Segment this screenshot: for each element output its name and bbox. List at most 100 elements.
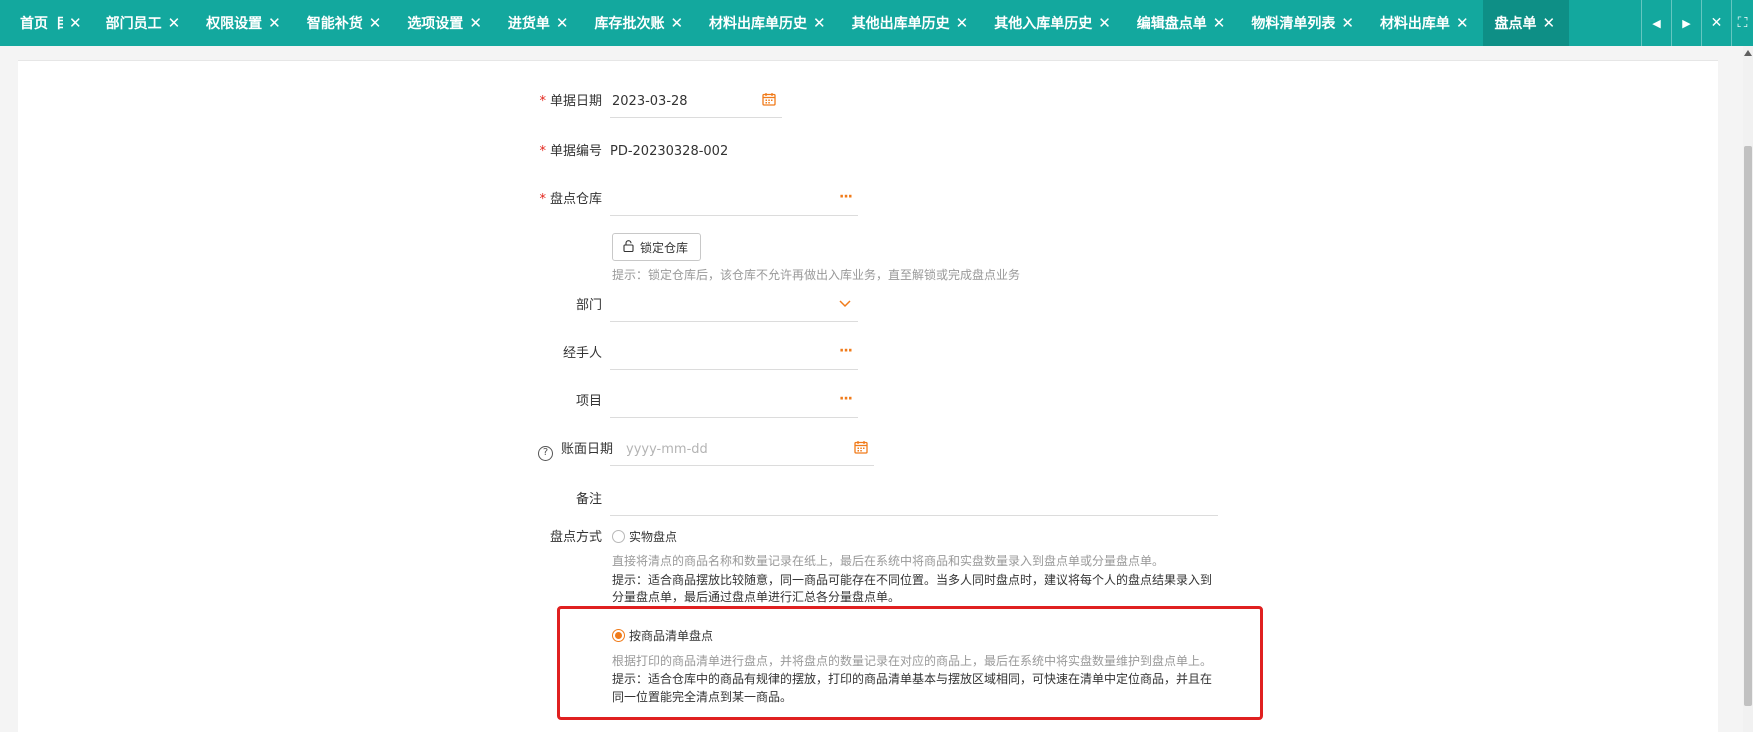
ellipsis-icon[interactable]: ··· <box>839 341 853 361</box>
tab-label: 权限设置 <box>206 16 263 32</box>
tab-home[interactable]: 首页 <box>0 0 56 46</box>
tab-batch-ledger[interactable]: 库存批次账 ✕ <box>582 0 697 46</box>
physical-tip-line1: 提示：适合商品摆放比较随意，同一商品可能存在不同位置。当多人同时盘点时，建议将每… <box>612 573 1213 587</box>
physical-desc: 直接将清点的商品名称和数量记录在纸上，最后在系统中将商品和实盘数量录入到盘点单或… <box>612 554 1165 568</box>
remark-input[interactable] <box>610 490 1218 516</box>
remark-label: 备注 <box>575 492 602 507</box>
chevron-down-icon[interactable] <box>838 296 852 316</box>
tab-close-icon[interactable]: ✕ <box>1543 14 1556 32</box>
tab-permissions[interactable]: 权限设置 ✕ <box>194 0 295 46</box>
lock-icon <box>623 239 635 255</box>
warehouse-input[interactable]: ··· <box>610 187 858 216</box>
project-input[interactable]: ··· <box>610 389 858 418</box>
tab-list: 首页 目 ✕ 部门员工 ✕ 权限设置 ✕ 智能补货 ✕ 选项设置 ✕ 进货单 ✕… <box>0 0 1570 46</box>
row-project: 项目 ··· <box>530 389 858 418</box>
tab-label: 物料清单列表 <box>1251 16 1336 32</box>
lock-warehouse-button[interactable]: 锁定仓库 <box>612 233 702 261</box>
tab-material-out[interactable]: 材料出库单 ✕ <box>1368 0 1483 46</box>
radio-physical[interactable]: 实物盘点 <box>612 526 677 545</box>
tab-stocktake[interactable]: 盘点单 ✕ <box>1482 0 1570 46</box>
tab-edit-stocktake[interactable]: 编辑盘点单 ✕ <box>1125 0 1240 46</box>
tab-material-out-history[interactable]: 材料出库单历史 ✕ <box>697 0 840 46</box>
scroll-up-icon[interactable] <box>1744 50 1752 56</box>
doc-no-value: PD-20230328-002 <box>610 144 729 159</box>
row-handler: 经手人 ··· <box>530 341 858 370</box>
tab-label: 其他出库单历史 <box>851 16 950 32</box>
tab-close-icon[interactable]: ✕ <box>69 14 82 32</box>
tab-prev-icon[interactable]: ◀ <box>1641 0 1671 46</box>
tab-department-staff[interactable]: 部门员工 ✕ <box>94 0 195 46</box>
tab-other-in-history[interactable]: 其他入库单历史 ✕ <box>982 0 1125 46</box>
physical-tip-line2: 分量盘点单，最后通过盘点单进行汇总各分量盘点单。 <box>612 590 901 604</box>
row-warehouse: * 盘点仓库 ··· <box>530 187 858 216</box>
tab-label: 智能补货 <box>306 16 363 32</box>
tab-label: 首页 <box>20 16 48 32</box>
tab-close-icon[interactable]: ✕ <box>556 14 569 32</box>
tab-close-icon[interactable]: ✕ <box>369 14 382 32</box>
by-list-desc: 根据打印的商品清单进行盘点，并将盘点的数量记录在对应的商品上，最后在系统中将实盘… <box>612 654 1213 668</box>
tab-label: 材料出库单 <box>1379 16 1450 32</box>
doc-date-input[interactable]: 2023-03-28 <box>610 92 782 118</box>
method-label: 盘点方式 <box>549 530 602 545</box>
lock-hint: 提示：锁定仓库后，该仓库不允许再做出入库业务，直至解锁或完成盘点业务 <box>612 268 1021 282</box>
close-all-icon[interactable]: ✕ <box>1701 0 1731 46</box>
tab-close-icon[interactable]: ✕ <box>956 14 969 32</box>
vertical-scrollbar[interactable] <box>1743 46 1753 732</box>
tab-purchase[interactable]: 进货单 ✕ <box>496 0 583 46</box>
tab-close-icon[interactable]: ✕ <box>1456 14 1469 32</box>
radio-physical-circle[interactable] <box>612 530 625 543</box>
row-department: 部门 <box>530 296 858 322</box>
calendar-icon[interactable] <box>854 440 868 460</box>
tab-label: 库存批次账 <box>594 16 665 32</box>
help-icon[interactable]: ? <box>538 445 553 461</box>
row-method: 盘点方式 <box>530 528 610 548</box>
tab-label: 材料出库单历史 <box>709 16 808 32</box>
tab-close-icon[interactable]: ✕ <box>168 14 181 32</box>
doc-no-label: * 单据编号 <box>539 144 602 159</box>
tab-close-icon[interactable]: ✕ <box>268 14 281 32</box>
tab-label: 进货单 <box>507 16 550 32</box>
ellipsis-icon[interactable]: ··· <box>839 389 853 409</box>
tab-label: 选项设置 <box>407 16 464 32</box>
tab-bom-list[interactable]: 物料清单列表 ✕ <box>1239 0 1368 46</box>
ellipsis-icon[interactable]: ··· <box>839 187 853 207</box>
calendar-icon[interactable] <box>762 92 776 112</box>
tab-clipped[interactable]: 目 ✕ <box>56 0 94 46</box>
department-label: 部门 <box>575 298 602 313</box>
tab-close-icon[interactable]: ✕ <box>1213 14 1226 32</box>
book-date-label: ? 账面日期 <box>538 440 613 461</box>
tab-close-icon[interactable]: ✕ <box>670 14 683 32</box>
handler-label: 经手人 <box>562 346 602 361</box>
book-date-input[interactable]: yyyy-mm-dd <box>610 440 874 466</box>
radio-by-list-circle[interactable] <box>612 629 625 642</box>
warehouse-label: * 盘点仓库 <box>539 192 602 207</box>
row-remark: 备注 <box>530 490 1218 516</box>
tab-bar: 首页 目 ✕ 部门员工 ✕ 权限设置 ✕ 智能补货 ✕ 选项设置 ✕ 进货单 ✕… <box>0 0 1753 46</box>
doc-date-label: * 单据日期 <box>539 94 602 109</box>
fullscreen-icon[interactable]: ⛶ <box>1731 0 1753 46</box>
department-select[interactable] <box>610 296 858 322</box>
row-book-date: ? 账面日期 yyyy-mm-dd <box>538 440 874 466</box>
handler-input[interactable]: ··· <box>610 341 858 370</box>
tab-controls: ◀ ▶ ✕ ⛶ <box>1641 0 1753 46</box>
tab-close-icon[interactable]: ✕ <box>1341 14 1354 32</box>
tab-label: 盘点单 <box>1494 16 1537 32</box>
tab-label: 部门员工 <box>105 16 162 32</box>
scroll-thumb[interactable] <box>1744 146 1752 706</box>
by-list-tip-line1: 提示：适合仓库中的商品有规律的摆放，打印的商品清单基本与摆放区域相同，可快速在清… <box>612 672 1213 686</box>
tab-close-icon[interactable]: ✕ <box>813 14 826 32</box>
tab-options[interactable]: 选项设置 ✕ <box>395 0 496 46</box>
by-list-tip-line2: 同一位置能完全清点到某一商品。 <box>612 690 793 704</box>
radio-by-list[interactable]: 按商品清单盘点 <box>612 625 713 644</box>
tab-label: 其他入库单历史 <box>994 16 1093 32</box>
row-doc-no: * 单据编号 PD-20230328-002 <box>530 142 728 162</box>
tab-label: 目 <box>56 13 63 33</box>
tab-smart-restock[interactable]: 智能补货 ✕ <box>295 0 396 46</box>
lock-button-label: 锁定仓库 <box>640 240 689 255</box>
row-doc-date: * 单据日期 2023-03-28 <box>530 92 782 118</box>
tab-other-out-history[interactable]: 其他出库单历史 ✕ <box>840 0 983 46</box>
tab-close-icon[interactable]: ✕ <box>1098 14 1111 32</box>
project-label: 项目 <box>575 394 602 409</box>
tab-close-icon[interactable]: ✕ <box>469 14 482 32</box>
tab-next-icon[interactable]: ▶ <box>1671 0 1701 46</box>
